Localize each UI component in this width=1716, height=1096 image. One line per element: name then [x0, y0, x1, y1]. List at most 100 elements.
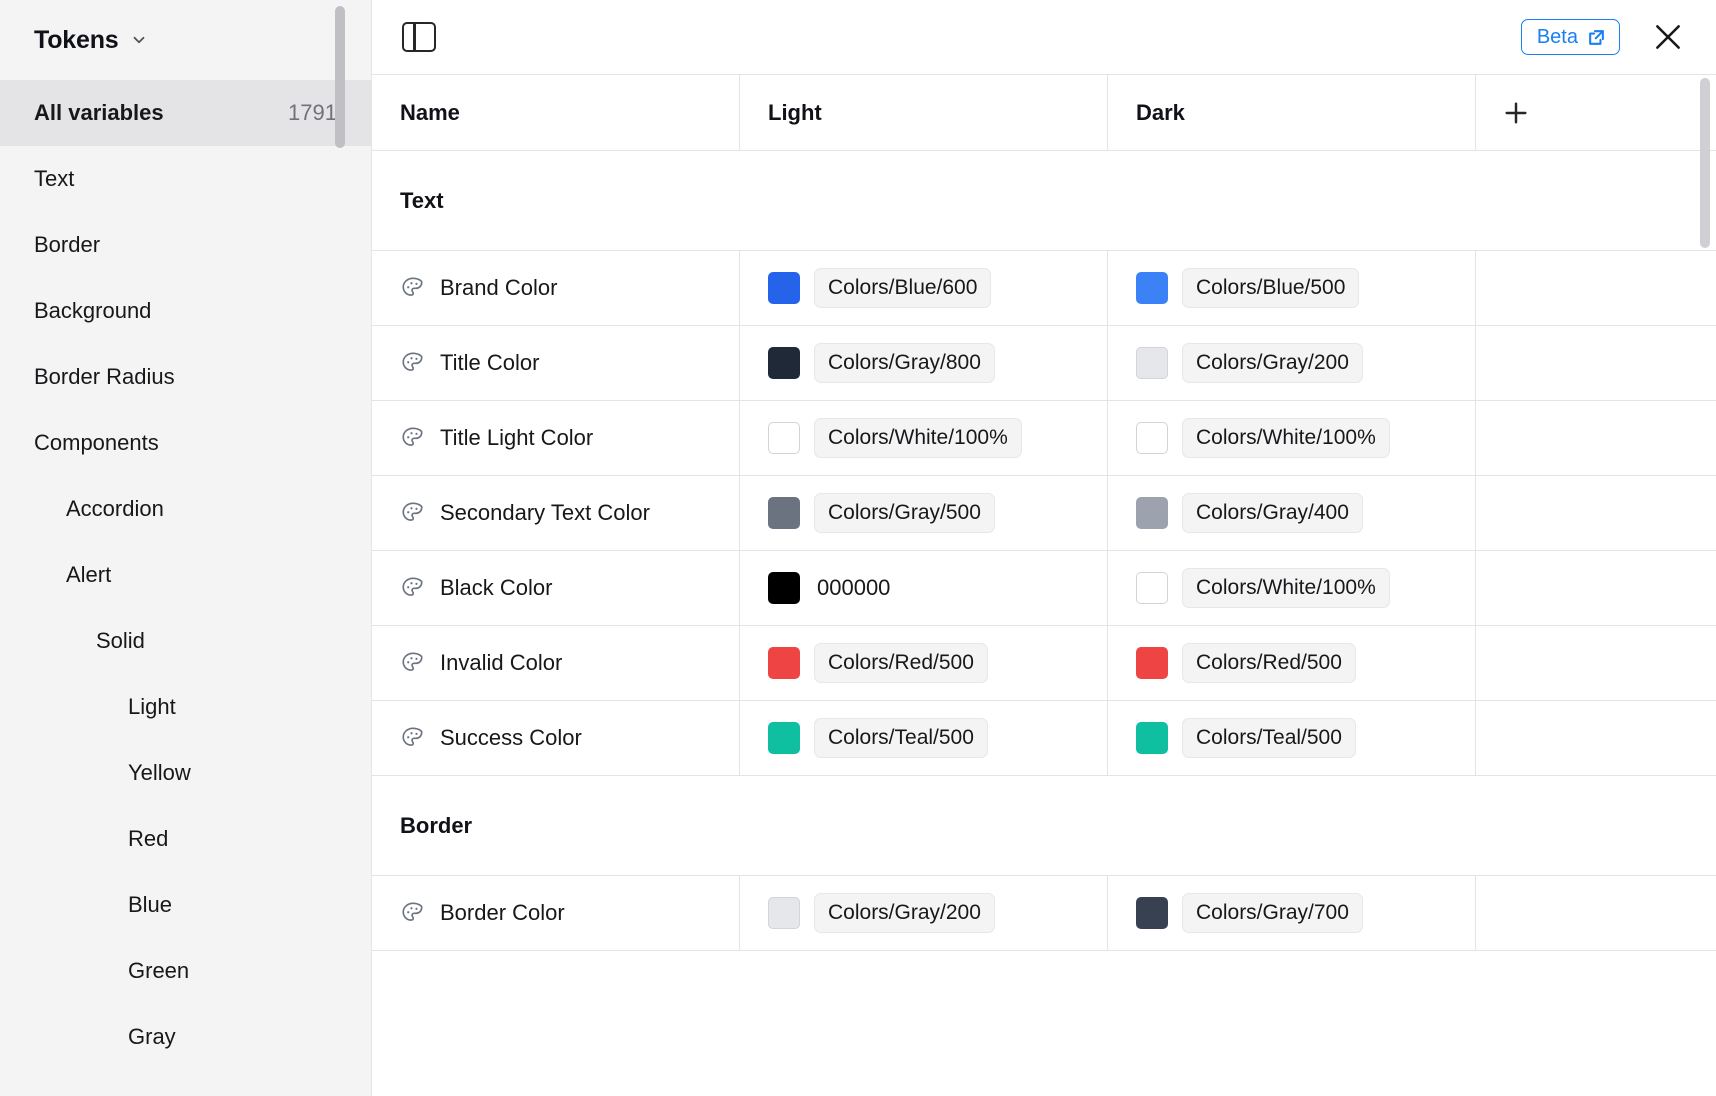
dark-value-chip[interactable]: Colors/White/100% [1182, 418, 1390, 458]
sidebar-item-gray[interactable]: Gray [0, 1004, 371, 1070]
dark-value-chip[interactable]: Colors/Red/500 [1182, 643, 1356, 683]
table-row[interactable]: Border Color Colors/Gray/200 Colors/Gray/7… [372, 876, 1716, 951]
panel-toggle-icon[interactable] [402, 22, 436, 52]
variable-name-cell[interactable]: Invalid Color [372, 626, 740, 700]
dark-color-swatch[interactable] [1136, 347, 1168, 379]
dark-value-chip[interactable]: Colors/White/100% [1182, 568, 1390, 608]
table-row[interactable]: Secondary Text Color Colors/Gray/500 Color… [372, 476, 1716, 551]
light-color-swatch[interactable] [768, 422, 800, 454]
dark-color-swatch[interactable] [1136, 897, 1168, 929]
dark-value-cell[interactable]: Colors/Blue/500 [1108, 251, 1476, 325]
main-scrollbar[interactable] [1700, 74, 1710, 1096]
dark-value-cell[interactable]: Colors/Gray/200 [1108, 326, 1476, 400]
light-color-swatch[interactable] [768, 497, 800, 529]
dark-value-chip[interactable]: Colors/Gray/400 [1182, 493, 1363, 533]
external-link-icon [1587, 28, 1606, 47]
sidebar-item-border-radius[interactable]: Border Radius [0, 344, 371, 410]
variable-name-cell[interactable]: Title Light Color [372, 401, 740, 475]
chevron-down-icon[interactable] [130, 31, 148, 49]
sidebar-item-accordion[interactable]: Accordion [0, 476, 371, 542]
light-color-swatch[interactable] [768, 722, 800, 754]
sidebar-item-border[interactable]: Border [0, 212, 371, 278]
light-value-cell[interactable]: Colors/Gray/200 [740, 876, 1108, 950]
light-value-cell[interactable]: Colors/White/100% [740, 401, 1108, 475]
light-value-cell[interactable]: Colors/Teal/500 [740, 701, 1108, 775]
light-value-chip[interactable]: Colors/Teal/500 [814, 718, 988, 758]
sidebar-item-green[interactable]: Green [0, 938, 371, 1004]
row-end-cell [1476, 401, 1556, 475]
light-value-cell[interactable]: 000000 [740, 551, 1108, 625]
dark-value-cell[interactable]: Colors/Gray/400 [1108, 476, 1476, 550]
sidebar-scrollbar-thumb[interactable] [335, 6, 345, 148]
dark-color-swatch[interactable] [1136, 722, 1168, 754]
light-color-swatch[interactable] [768, 347, 800, 379]
add-mode-button[interactable] [1476, 75, 1556, 150]
sidebar-item-background[interactable]: Background [0, 278, 371, 344]
dark-color-swatch[interactable] [1136, 497, 1168, 529]
dark-value-cell[interactable]: Colors/Gray/700 [1108, 876, 1476, 950]
light-value-cell[interactable]: Colors/Gray/800 [740, 326, 1108, 400]
light-value-chip[interactable]: Colors/Gray/200 [814, 893, 995, 933]
column-header-light[interactable]: Light [740, 75, 1108, 150]
column-header-dark[interactable]: Dark [1108, 75, 1476, 150]
light-value-chip[interactable]: Colors/Blue/600 [814, 268, 992, 308]
row-end-cell [1476, 251, 1556, 325]
sidebar-item-solid[interactable]: Solid [0, 608, 371, 674]
sidebar-scrollbar[interactable] [335, 0, 345, 1096]
light-color-swatch[interactable] [768, 897, 800, 929]
sidebar-item-alert[interactable]: Alert [0, 542, 371, 608]
variable-name-cell[interactable]: Title Color [372, 326, 740, 400]
light-value-chip[interactable]: Colors/Gray/800 [814, 343, 995, 383]
dark-value-cell[interactable]: Colors/White/100% [1108, 401, 1476, 475]
variable-name-cell[interactable]: Border Color [372, 876, 740, 950]
dark-color-swatch[interactable] [1136, 272, 1168, 304]
dark-value-chip[interactable]: Colors/Teal/500 [1182, 718, 1356, 758]
light-value-cell[interactable]: Colors/Gray/500 [740, 476, 1108, 550]
sidebar-header[interactable]: Tokens [0, 0, 371, 80]
variable-name-cell[interactable]: Success Color [372, 701, 740, 775]
light-color-swatch[interactable] [768, 572, 800, 604]
sidebar-item-all-variables[interactable]: All variables 1791 [0, 80, 371, 146]
table-row[interactable]: Invalid Color Colors/Red/500 Colors/Red/50… [372, 626, 1716, 701]
table-row[interactable]: Black Color 000000 Colors/White/100% [372, 551, 1716, 626]
beta-button[interactable]: Beta [1520, 19, 1620, 55]
column-header-name[interactable]: Name [372, 75, 740, 150]
light-value-chip[interactable]: Colors/White/100% [814, 418, 1022, 458]
light-value-cell[interactable]: Colors/Red/500 [740, 626, 1108, 700]
dark-value-cell[interactable]: Colors/Red/500 [1108, 626, 1476, 700]
dark-value-chip[interactable]: Colors/Blue/500 [1182, 268, 1360, 308]
sidebar-item-text[interactable]: Text [0, 146, 371, 212]
sidebar-item-yellow[interactable]: Yellow [0, 740, 371, 806]
sidebar-item-red[interactable]: Red [0, 806, 371, 872]
light-color-swatch[interactable] [768, 272, 800, 304]
light-color-swatch[interactable] [768, 647, 800, 679]
group-header-text: Text [372, 151, 1716, 251]
light-value-chip[interactable]: Colors/Red/500 [814, 643, 988, 683]
row-end-cell [1476, 701, 1556, 775]
sidebar-item-label: All variables [34, 100, 164, 125]
dark-value-chip[interactable]: Colors/Gray/200 [1182, 343, 1363, 383]
table-row[interactable]: Brand Color Colors/Blue/600 Colors/Blue/50… [372, 251, 1716, 326]
main-scrollbar-thumb[interactable] [1700, 78, 1710, 248]
variable-name-cell[interactable]: Black Color [372, 551, 740, 625]
sidebar-item-light[interactable]: Light [0, 674, 371, 740]
table-row[interactable]: Title Color Colors/Gray/800 Colors/Gray/20… [372, 326, 1716, 401]
sidebar-item-blue[interactable]: Blue [0, 872, 371, 938]
sidebar-item-components[interactable]: Components [0, 410, 371, 476]
table-row[interactable]: Title Light Color Colors/White/100% Colors… [372, 401, 1716, 476]
variable-name-cell[interactable]: Secondary Text Color [372, 476, 740, 550]
variable-name-cell[interactable]: Brand Color [372, 251, 740, 325]
sidebar-item-label: Light [128, 694, 176, 719]
dark-value-cell[interactable]: Colors/White/100% [1108, 551, 1476, 625]
palette-icon [400, 725, 426, 751]
light-value-chip[interactable]: Colors/Gray/500 [814, 493, 995, 533]
dark-color-swatch[interactable] [1136, 647, 1168, 679]
light-value-cell[interactable]: Colors/Blue/600 [740, 251, 1108, 325]
close-icon[interactable] [1648, 17, 1688, 57]
variable-name: Title Color [440, 350, 540, 375]
dark-value-chip[interactable]: Colors/Gray/700 [1182, 893, 1363, 933]
dark-color-swatch[interactable] [1136, 572, 1168, 604]
dark-color-swatch[interactable] [1136, 422, 1168, 454]
table-row[interactable]: Success Color Colors/Teal/500 Colors/Teal/… [372, 701, 1716, 776]
dark-value-cell[interactable]: Colors/Teal/500 [1108, 701, 1476, 775]
